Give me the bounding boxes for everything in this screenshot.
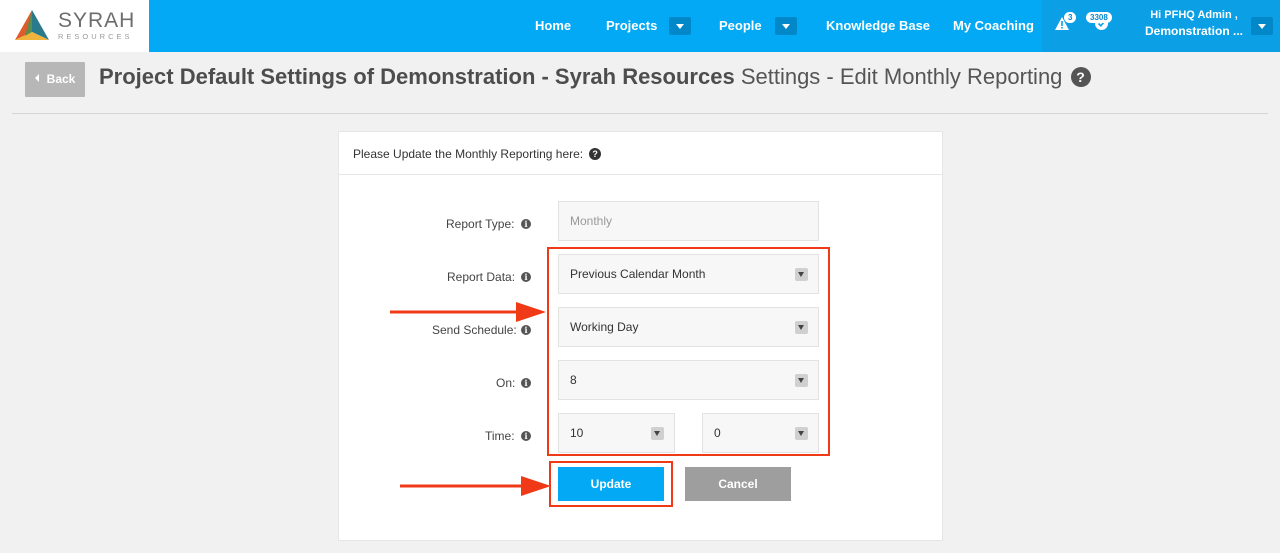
page-help-icon[interactable]: ? [1070,67,1091,87]
people-dropdown-toggle[interactable] [775,17,797,35]
panel-heading-text: Please Update the Monthly Reporting here… [353,147,584,161]
logo-triangle-icon [15,10,49,40]
back-arrow-icon [34,74,39,82]
back-button-label: Back [46,72,76,86]
back-button[interactable]: Back [25,62,85,97]
page-title-main: Project Default Settings of Demonstratio… [99,64,735,89]
send-schedule-info-icon[interactable]: i [521,325,531,335]
highlight-box-update [549,461,673,507]
top-navbar: SYRAH RESOURCES Home Projects People Kno… [0,0,1280,52]
cancel-button[interactable]: Cancel [685,467,791,501]
report-data-info-icon[interactable]: i [521,272,531,282]
user-organization[interactable]: Demonstration ... [1139,24,1249,38]
annotation-arrow-icon [390,302,546,322]
report-type-info-icon[interactable]: i [521,219,531,229]
highlight-box-fields [547,247,830,456]
annotation-arrow-icon [400,476,551,496]
on-label: On: [496,376,516,390]
nav-my-coaching[interactable]: My Coaching [953,0,1034,52]
on-info-icon[interactable]: i [521,378,531,388]
header-divider [12,113,1268,114]
brand-name: SYRAH [58,9,136,32]
user-dropdown-toggle[interactable] [1251,17,1273,35]
report-type-label: Report Type: [446,217,515,231]
page-title-sub: Settings - Edit Monthly Reporting [734,64,1063,89]
nav-projects[interactable]: Projects [606,0,657,52]
nav-people[interactable]: People [719,0,762,52]
send-schedule-label: Send Schedule: [432,323,517,337]
projects-dropdown-toggle[interactable] [669,17,691,35]
nav-knowledge-base[interactable]: Knowledge Base [826,0,930,52]
time-info-icon[interactable]: i [521,431,531,441]
time-label: Time: [485,429,515,443]
panel-help-icon[interactable]: ? [589,148,602,160]
brand-tagline: RESOURCES [58,32,133,41]
report-data-label: Report Data: [447,270,516,284]
notifications-count-badge: 3308 [1086,12,1112,23]
nav-home[interactable]: Home [535,0,571,52]
user-greeting[interactable]: Hi PFHQ Admin , [1139,8,1249,22]
panel-heading: Please Update the Monthly Reporting here… [353,147,602,161]
brand-logo[interactable]: SYRAH RESOURCES [0,0,149,52]
panel-header: Please Update the Monthly Reporting here… [339,132,942,175]
page-title: Project Default Settings of Demonstratio… [99,64,1091,90]
report-type-field: Monthly [558,201,819,241]
